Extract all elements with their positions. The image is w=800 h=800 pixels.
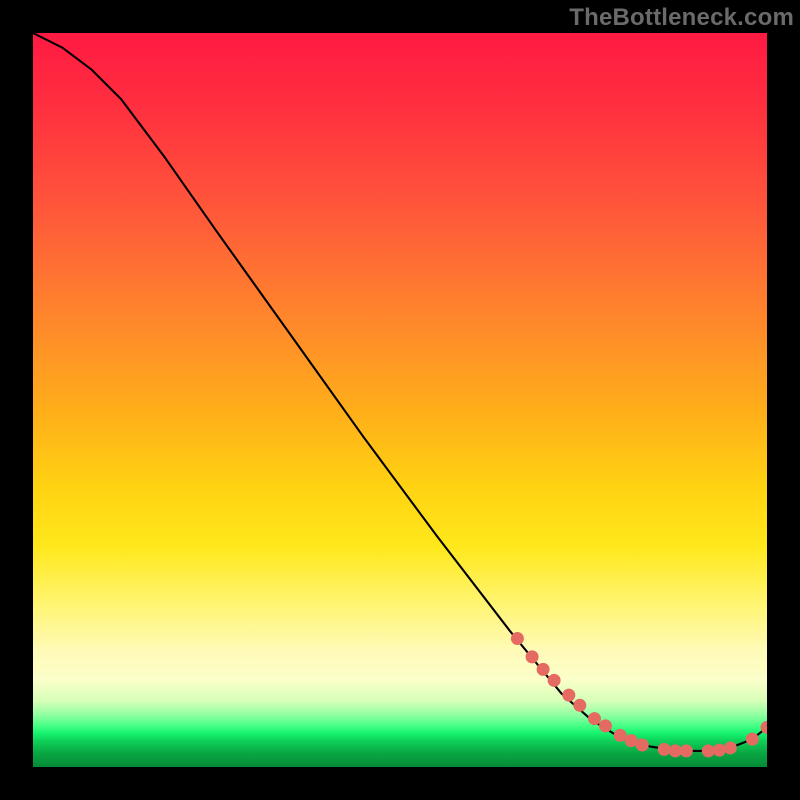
highlight-point [680,744,693,757]
highlight-point [636,739,649,752]
chart-overlay [33,33,767,767]
highlight-point [599,719,612,732]
highlight-point [562,689,575,702]
highlight-point [511,632,524,645]
chart-frame: TheBottleneck.com [0,0,800,800]
highlight-point [724,741,737,754]
highlight-point [548,674,561,687]
highlight-point [573,699,586,712]
highlight-point [713,744,726,757]
marker-group [511,632,767,757]
highlight-point [746,733,759,746]
watermark-text: TheBottleneck.com [569,4,794,32]
highlight-point [588,712,601,725]
bottleneck-curve [33,33,767,751]
highlight-point [658,743,671,756]
highlight-point [537,663,550,676]
highlight-point [526,650,539,663]
